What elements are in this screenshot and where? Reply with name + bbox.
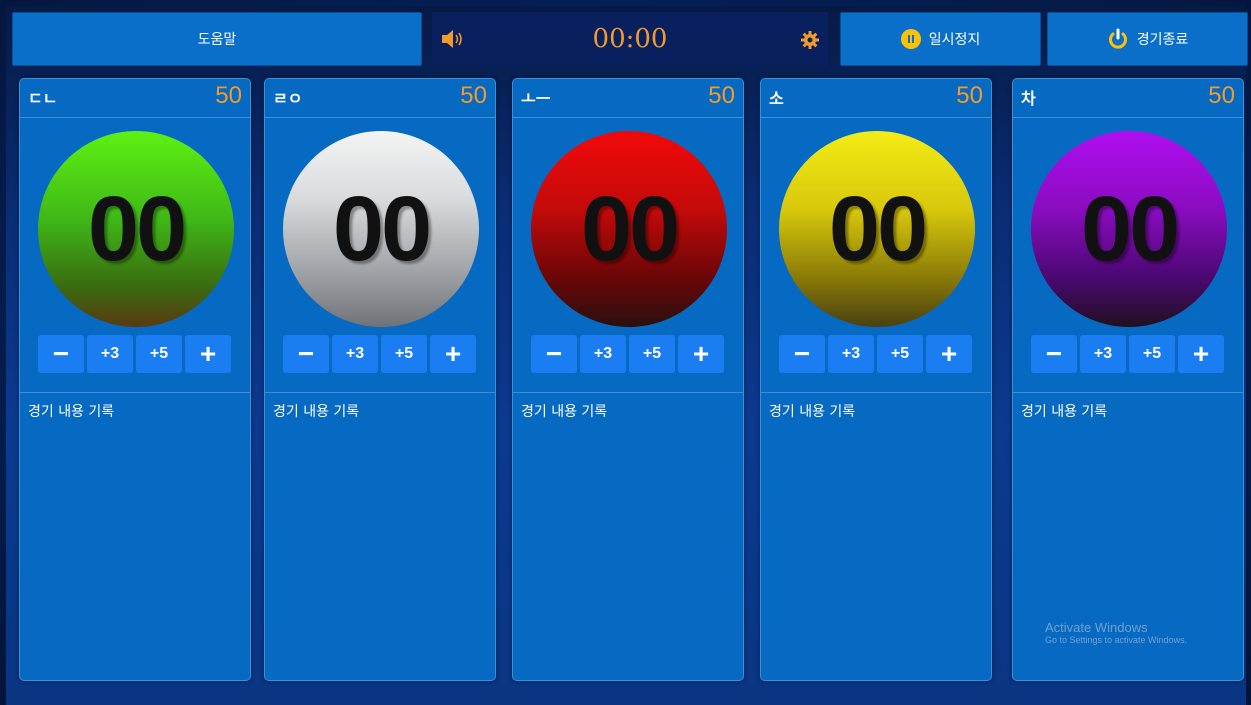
score-ball: 00: [1031, 131, 1227, 327]
plus-3-button[interactable]: +3: [332, 335, 378, 373]
player-name[interactable]: ㅗㅡ: [521, 85, 550, 109]
game-log-label: 경기 내용 기록: [769, 404, 856, 420]
game-log-label: 경기 내용 기록: [521, 404, 608, 420]
divider: [1013, 392, 1243, 393]
player-header: 차 50: [1013, 79, 1243, 118]
score-ball: 00: [283, 131, 479, 327]
player-name[interactable]: ㄹㅇ: [273, 85, 302, 109]
player-panel: 소 50 00 − +3 +5 + 경기 내용 기록: [760, 78, 992, 681]
plus-5-button[interactable]: +5: [629, 335, 675, 373]
plus-5-button[interactable]: +5: [381, 335, 427, 373]
score-controls: − +3 +5 +: [779, 335, 972, 373]
pause-icon: [900, 29, 921, 49]
current-score: 00: [828, 177, 928, 280]
top-bar: 도움말 00:00 일시정지 경기종료: [6, 6, 1248, 78]
decrement-button[interactable]: −: [283, 335, 329, 373]
target-score[interactable]: 50: [1208, 82, 1235, 110]
current-score: 00: [580, 177, 680, 280]
player-panel: ㅗㅡ 50 00 − +3 +5 + 경기 내용 기록: [512, 78, 744, 681]
plus-5-button[interactable]: +5: [1129, 335, 1175, 373]
divider: [513, 392, 743, 393]
power-icon: [1108, 28, 1127, 49]
score-controls: − +3 +5 +: [531, 335, 724, 373]
current-score: 00: [1080, 177, 1180, 280]
watermark-title: Activate Windows: [1045, 620, 1148, 635]
player-panel: ㄹㅇ 50 00 − +3 +5 + 경기 내용 기록: [264, 78, 496, 681]
game-timer: 00:00: [592, 24, 668, 54]
game-log-label: 경기 내용 기록: [28, 404, 115, 420]
score-controls: − +3 +5 +: [38, 335, 231, 373]
player-header: ㅗㅡ 50: [513, 79, 743, 118]
player-name[interactable]: 소: [769, 85, 784, 109]
score-ball: 00: [779, 131, 975, 327]
pause-label: 일시정지: [928, 32, 981, 48]
target-score[interactable]: 50: [708, 82, 735, 110]
gear-icon[interactable]: [800, 30, 820, 50]
scoreboard-frame: 도움말 00:00 일시정지 경기종료 ㄷㄴ 50 00 − +3 +5 + 경…: [6, 6, 1248, 705]
game-log-label: 경기 내용 기록: [1021, 404, 1108, 420]
help-button[interactable]: 도움말: [12, 12, 422, 66]
decrement-button[interactable]: −: [779, 335, 825, 373]
player-header: ㄹㅇ 50: [265, 79, 495, 118]
decrement-button[interactable]: −: [531, 335, 577, 373]
target-score[interactable]: 50: [215, 82, 242, 110]
score-ball: 00: [38, 131, 234, 327]
player-header: 소 50: [761, 79, 991, 118]
target-score[interactable]: 50: [460, 82, 487, 110]
game-log-label: 경기 내용 기록: [273, 404, 360, 420]
plus-3-button[interactable]: +3: [580, 335, 626, 373]
player-name[interactable]: 차: [1021, 85, 1036, 109]
player-name[interactable]: ㄷㄴ: [28, 85, 57, 109]
divider: [265, 392, 495, 393]
plus-3-button[interactable]: +3: [1080, 335, 1126, 373]
player-panel: 차 50 00 − +3 +5 + 경기 내용 기록: [1012, 78, 1244, 681]
watermark-subtitle: Go to Settings to activate Windows.: [1045, 635, 1188, 645]
plus-5-button[interactable]: +5: [136, 335, 182, 373]
plus-3-button[interactable]: +3: [87, 335, 133, 373]
player-panel: ㄷㄴ 50 00 − +3 +5 + 경기 내용 기록: [19, 78, 251, 681]
speaker-icon[interactable]: [440, 28, 466, 50]
current-score: 00: [87, 177, 187, 280]
score-controls: − +3 +5 +: [283, 335, 476, 373]
decrement-button[interactable]: −: [1031, 335, 1077, 373]
divider: [20, 392, 250, 393]
score-controls: − +3 +5 +: [1031, 335, 1224, 373]
player-header: ㄷㄴ 50: [20, 79, 250, 118]
increment-button[interactable]: +: [430, 335, 476, 373]
divider: [761, 392, 991, 393]
current-score: 00: [332, 177, 432, 280]
increment-button[interactable]: +: [678, 335, 724, 373]
timer-panel: 00:00: [432, 12, 828, 66]
end-game-label: 경기종료: [1136, 32, 1189, 48]
end-game-button[interactable]: 경기종료: [1047, 12, 1248, 66]
pause-button[interactable]: 일시정지: [840, 12, 1041, 66]
score-ball: 00: [531, 131, 727, 327]
help-label: 도움말: [197, 32, 237, 48]
increment-button[interactable]: +: [926, 335, 972, 373]
windows-activation-watermark: Activate Windows Go to Settings to activ…: [1045, 620, 1187, 645]
increment-button[interactable]: +: [185, 335, 231, 373]
plus-5-button[interactable]: +5: [877, 335, 923, 373]
plus-3-button[interactable]: +3: [828, 335, 874, 373]
increment-button[interactable]: +: [1178, 335, 1224, 373]
decrement-button[interactable]: −: [38, 335, 84, 373]
target-score[interactable]: 50: [956, 82, 983, 110]
